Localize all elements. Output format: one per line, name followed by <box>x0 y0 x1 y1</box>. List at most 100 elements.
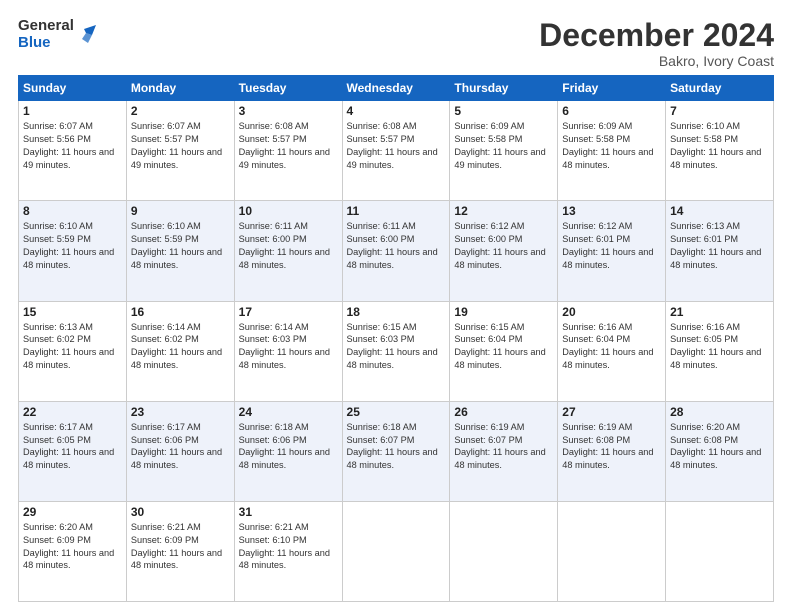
empty-cell <box>342 501 450 601</box>
calendar-day-14: 14 Sunrise: 6:13 AMSunset: 6:01 PMDaylig… <box>666 201 774 301</box>
day-number: 6 <box>562 104 661 118</box>
title-block: December 2024 Bakro, Ivory Coast <box>539 18 774 69</box>
calendar-day-24: 24 Sunrise: 6:18 AMSunset: 6:06 PMDaylig… <box>234 401 342 501</box>
day-info: Sunrise: 6:19 AMSunset: 6:08 PMDaylight:… <box>562 422 653 471</box>
logo-blue: Blue <box>18 35 74 52</box>
calendar-day-25: 25 Sunrise: 6:18 AMSunset: 6:07 PMDaylig… <box>342 401 450 501</box>
day-info: Sunrise: 6:16 AMSunset: 6:04 PMDaylight:… <box>562 322 653 371</box>
day-info: Sunrise: 6:20 AMSunset: 6:09 PMDaylight:… <box>23 522 114 571</box>
day-number: 2 <box>131 104 230 118</box>
day-info: Sunrise: 6:14 AMSunset: 6:02 PMDaylight:… <box>131 322 222 371</box>
calendar-day-8: 8 Sunrise: 6:10 AMSunset: 5:59 PMDayligh… <box>19 201 127 301</box>
calendar-day-4: 4 Sunrise: 6:08 AMSunset: 5:57 PMDayligh… <box>342 101 450 201</box>
day-info: Sunrise: 6:15 AMSunset: 6:03 PMDaylight:… <box>347 322 438 371</box>
calendar-day-9: 9 Sunrise: 6:10 AMSunset: 5:59 PMDayligh… <box>126 201 234 301</box>
calendar-day-10: 10 Sunrise: 6:11 AMSunset: 6:00 PMDaylig… <box>234 201 342 301</box>
day-number: 7 <box>670 104 769 118</box>
day-header-sunday: Sunday <box>19 76 127 101</box>
empty-cell <box>666 501 774 601</box>
day-number: 16 <box>131 305 230 319</box>
day-number: 3 <box>239 104 338 118</box>
calendar-day-27: 27 Sunrise: 6:19 AMSunset: 6:08 PMDaylig… <box>558 401 666 501</box>
day-info: Sunrise: 6:14 AMSunset: 6:03 PMDaylight:… <box>239 322 330 371</box>
calendar-day-18: 18 Sunrise: 6:15 AMSunset: 6:03 PMDaylig… <box>342 301 450 401</box>
day-info: Sunrise: 6:15 AMSunset: 6:04 PMDaylight:… <box>454 322 545 371</box>
calendar-day-15: 15 Sunrise: 6:13 AMSunset: 6:02 PMDaylig… <box>19 301 127 401</box>
calendar-day-1: 1 Sunrise: 6:07 AMSunset: 5:56 PMDayligh… <box>19 101 127 201</box>
calendar-day-20: 20 Sunrise: 6:16 AMSunset: 6:04 PMDaylig… <box>558 301 666 401</box>
day-info: Sunrise: 6:12 AMSunset: 6:00 PMDaylight:… <box>454 221 545 270</box>
calendar-week-3: 15 Sunrise: 6:13 AMSunset: 6:02 PMDaylig… <box>19 301 774 401</box>
day-info: Sunrise: 6:10 AMSunset: 5:58 PMDaylight:… <box>670 121 761 170</box>
day-info: Sunrise: 6:09 AMSunset: 5:58 PMDaylight:… <box>454 121 545 170</box>
day-number: 22 <box>23 405 122 419</box>
day-info: Sunrise: 6:18 AMSunset: 6:07 PMDaylight:… <box>347 422 438 471</box>
logo-bird-icon <box>76 25 96 45</box>
day-number: 29 <box>23 505 122 519</box>
calendar-table: SundayMondayTuesdayWednesdayThursdayFrid… <box>18 75 774 602</box>
day-info: Sunrise: 6:11 AMSunset: 6:00 PMDaylight:… <box>239 221 330 270</box>
day-info: Sunrise: 6:21 AMSunset: 6:10 PMDaylight:… <box>239 522 330 571</box>
day-number: 18 <box>347 305 446 319</box>
day-number: 20 <box>562 305 661 319</box>
day-number: 11 <box>347 204 446 218</box>
calendar-day-31: 31 Sunrise: 6:21 AMSunset: 6:10 PMDaylig… <box>234 501 342 601</box>
calendar-day-19: 19 Sunrise: 6:15 AMSunset: 6:04 PMDaylig… <box>450 301 558 401</box>
calendar-day-7: 7 Sunrise: 6:10 AMSunset: 5:58 PMDayligh… <box>666 101 774 201</box>
day-info: Sunrise: 6:18 AMSunset: 6:06 PMDaylight:… <box>239 422 330 471</box>
day-number: 21 <box>670 305 769 319</box>
day-header-tuesday: Tuesday <box>234 76 342 101</box>
calendar-week-4: 22 Sunrise: 6:17 AMSunset: 6:05 PMDaylig… <box>19 401 774 501</box>
logo: General Blue <box>18 18 96 51</box>
day-info: Sunrise: 6:17 AMSunset: 6:06 PMDaylight:… <box>131 422 222 471</box>
day-number: 26 <box>454 405 553 419</box>
page: General Blue December 2024 Bakro, Ivory … <box>0 0 792 612</box>
day-header-saturday: Saturday <box>666 76 774 101</box>
day-number: 8 <box>23 204 122 218</box>
day-number: 31 <box>239 505 338 519</box>
day-info: Sunrise: 6:21 AMSunset: 6:09 PMDaylight:… <box>131 522 222 571</box>
calendar-day-6: 6 Sunrise: 6:09 AMSunset: 5:58 PMDayligh… <box>558 101 666 201</box>
header: General Blue December 2024 Bakro, Ivory … <box>18 18 774 69</box>
calendar-day-26: 26 Sunrise: 6:19 AMSunset: 6:07 PMDaylig… <box>450 401 558 501</box>
day-number: 14 <box>670 204 769 218</box>
day-info: Sunrise: 6:07 AMSunset: 5:56 PMDaylight:… <box>23 121 114 170</box>
calendar-day-3: 3 Sunrise: 6:08 AMSunset: 5:57 PMDayligh… <box>234 101 342 201</box>
calendar-week-2: 8 Sunrise: 6:10 AMSunset: 5:59 PMDayligh… <box>19 201 774 301</box>
calendar-day-17: 17 Sunrise: 6:14 AMSunset: 6:03 PMDaylig… <box>234 301 342 401</box>
empty-cell <box>558 501 666 601</box>
day-info: Sunrise: 6:09 AMSunset: 5:58 PMDaylight:… <box>562 121 653 170</box>
location: Bakro, Ivory Coast <box>539 53 774 69</box>
calendar-day-5: 5 Sunrise: 6:09 AMSunset: 5:58 PMDayligh… <box>450 101 558 201</box>
day-info: Sunrise: 6:11 AMSunset: 6:00 PMDaylight:… <box>347 221 438 270</box>
day-info: Sunrise: 6:08 AMSunset: 5:57 PMDaylight:… <box>239 121 330 170</box>
day-number: 1 <box>23 104 122 118</box>
day-number: 28 <box>670 405 769 419</box>
calendar-day-12: 12 Sunrise: 6:12 AMSunset: 6:00 PMDaylig… <box>450 201 558 301</box>
day-header-thursday: Thursday <box>450 76 558 101</box>
day-number: 13 <box>562 204 661 218</box>
day-info: Sunrise: 6:13 AMSunset: 6:01 PMDaylight:… <box>670 221 761 270</box>
empty-cell <box>450 501 558 601</box>
day-info: Sunrise: 6:10 AMSunset: 5:59 PMDaylight:… <box>23 221 114 270</box>
day-header-monday: Monday <box>126 76 234 101</box>
day-info: Sunrise: 6:17 AMSunset: 6:05 PMDaylight:… <box>23 422 114 471</box>
day-number: 15 <box>23 305 122 319</box>
calendar-day-28: 28 Sunrise: 6:20 AMSunset: 6:08 PMDaylig… <box>666 401 774 501</box>
calendar-day-16: 16 Sunrise: 6:14 AMSunset: 6:02 PMDaylig… <box>126 301 234 401</box>
day-header-friday: Friday <box>558 76 666 101</box>
day-number: 24 <box>239 405 338 419</box>
calendar-week-1: 1 Sunrise: 6:07 AMSunset: 5:56 PMDayligh… <box>19 101 774 201</box>
day-header-wednesday: Wednesday <box>342 76 450 101</box>
day-number: 27 <box>562 405 661 419</box>
calendar-day-29: 29 Sunrise: 6:20 AMSunset: 6:09 PMDaylig… <box>19 501 127 601</box>
day-number: 9 <box>131 204 230 218</box>
calendar-day-11: 11 Sunrise: 6:11 AMSunset: 6:00 PMDaylig… <box>342 201 450 301</box>
day-info: Sunrise: 6:20 AMSunset: 6:08 PMDaylight:… <box>670 422 761 471</box>
calendar-day-22: 22 Sunrise: 6:17 AMSunset: 6:05 PMDaylig… <box>19 401 127 501</box>
day-number: 17 <box>239 305 338 319</box>
day-info: Sunrise: 6:08 AMSunset: 5:57 PMDaylight:… <box>347 121 438 170</box>
day-info: Sunrise: 6:12 AMSunset: 6:01 PMDaylight:… <box>562 221 653 270</box>
month-title: December 2024 <box>539 18 774 53</box>
calendar-day-21: 21 Sunrise: 6:16 AMSunset: 6:05 PMDaylig… <box>666 301 774 401</box>
